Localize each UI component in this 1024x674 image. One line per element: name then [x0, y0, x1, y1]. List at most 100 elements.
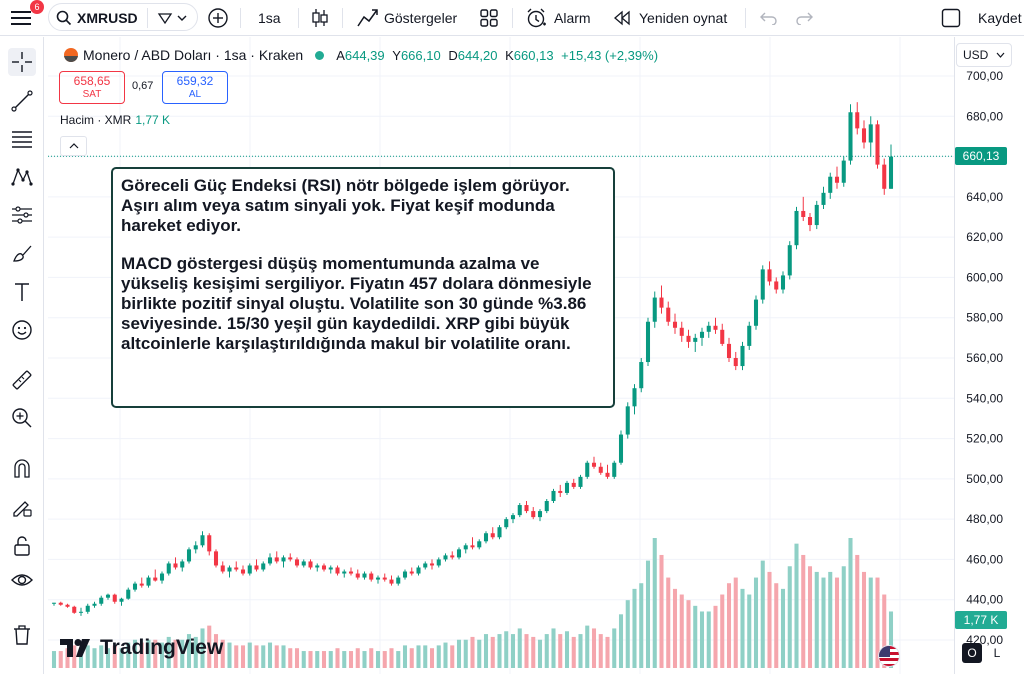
candle-body — [382, 577, 387, 580]
currency-selector[interactable]: USD — [956, 43, 1012, 67]
volume-bar — [612, 628, 617, 668]
volume-bar — [483, 634, 489, 668]
volume-bar — [814, 571, 819, 668]
tradingview-logo[interactable]: TradingView — [60, 636, 223, 660]
candle-body — [841, 160, 846, 183]
candle-body — [402, 571, 408, 578]
candle-body — [861, 128, 867, 143]
candle-body — [220, 565, 225, 572]
candle-body — [801, 210, 806, 217]
volume-bar — [274, 645, 279, 668]
candle-body — [92, 603, 97, 606]
candle-body — [780, 275, 786, 290]
volume-bar — [308, 651, 313, 668]
candle-body — [605, 472, 610, 477]
volume-bar — [456, 639, 462, 668]
candle-body — [726, 343, 732, 358]
volume-bar — [369, 648, 374, 668]
volume-bar — [618, 614, 624, 668]
candle-body — [274, 557, 279, 562]
candle-body — [369, 573, 374, 580]
sell-price: 658,65 — [73, 74, 111, 88]
collapse-legend-button[interactable] — [60, 136, 87, 156]
volume-bar — [659, 554, 664, 668]
candle-body — [848, 112, 853, 161]
log-scale-button[interactable]: L — [987, 643, 1007, 663]
buy-price: 659,32 — [176, 74, 214, 88]
volume-bar — [321, 651, 327, 668]
volume-bar — [679, 594, 684, 668]
candle-body — [524, 505, 529, 512]
volume-bar — [632, 588, 637, 668]
volume-bar — [807, 566, 813, 668]
volume-bar — [652, 538, 657, 668]
volume-bar — [537, 639, 543, 668]
volume-bar — [726, 583, 732, 668]
volume-bar — [571, 636, 576, 668]
candle-body — [126, 589, 131, 599]
volume-bar — [787, 566, 792, 668]
candle-body — [234, 567, 239, 570]
volume-bar — [780, 588, 786, 668]
candle-body — [760, 269, 765, 300]
candle-body — [335, 567, 340, 574]
candle-body — [409, 571, 414, 574]
candle-body — [787, 245, 792, 276]
candle-body — [834, 176, 840, 183]
candle-body — [517, 505, 522, 516]
candle-body — [645, 321, 651, 363]
volume-bar — [261, 645, 266, 668]
buy-button[interactable]: 659,32 AL — [162, 71, 228, 104]
candle-body — [240, 569, 246, 574]
candle-body — [119, 598, 124, 602]
candle-body — [139, 583, 144, 586]
tradingview-logo-icon — [60, 639, 90, 657]
ohlc-mode-button[interactable]: O — [962, 643, 982, 663]
candle-body — [470, 545, 475, 548]
annotation-paragraph-2: MACD göstergesi düşüş momentumunda azalm… — [121, 254, 592, 353]
candle-body — [875, 124, 880, 165]
candle-body — [200, 535, 205, 546]
candle-body — [625, 406, 630, 435]
candle-body — [693, 337, 698, 342]
candle-body — [247, 565, 252, 574]
volume-bar — [639, 583, 644, 668]
volume-bar — [747, 594, 752, 668]
volume-bar — [328, 651, 333, 668]
volume-bar — [51, 651, 57, 668]
volume-bar — [774, 583, 779, 668]
candle-body — [666, 307, 671, 322]
candle-body — [443, 555, 448, 560]
volume-bar — [605, 636, 610, 668]
volume-bar — [544, 634, 549, 668]
volume-bar — [578, 634, 583, 668]
sell-button[interactable]: 658,65 SAT — [59, 71, 125, 104]
candle-body — [112, 594, 117, 602]
candle-body — [585, 462, 590, 477]
candle-body — [436, 559, 441, 566]
volume-bar — [294, 648, 300, 668]
volume-bar — [490, 636, 495, 668]
currency-label: USD — [963, 48, 989, 62]
volume-bar — [598, 634, 603, 668]
candle-body — [490, 533, 495, 538]
candle-body — [456, 549, 462, 558]
candle-body — [375, 577, 381, 580]
volume-bar — [315, 651, 320, 668]
volume-bar — [470, 636, 475, 668]
candle-body — [497, 527, 502, 538]
volume-bar — [416, 645, 421, 668]
volume-bar — [645, 560, 651, 668]
annotation-paragraph-1: Göreceli Güç Endeksi (RSI) nötr bölgede … — [121, 176, 570, 235]
volume-legend: Hacim · XMR 1,77 K — [60, 113, 170, 127]
price-axis[interactable] — [954, 37, 1024, 674]
candle-body — [510, 515, 516, 520]
volume-bar — [450, 645, 455, 668]
volume-bar — [477, 639, 482, 668]
volume-bar — [713, 605, 718, 668]
text-annotation[interactable]: Göreceli Güç Endeksi (RSI) nötr bölgede … — [111, 167, 615, 408]
volume-bar — [753, 577, 759, 668]
candle-body — [699, 331, 705, 338]
candle-body — [612, 462, 617, 477]
volume-bar — [564, 631, 570, 668]
